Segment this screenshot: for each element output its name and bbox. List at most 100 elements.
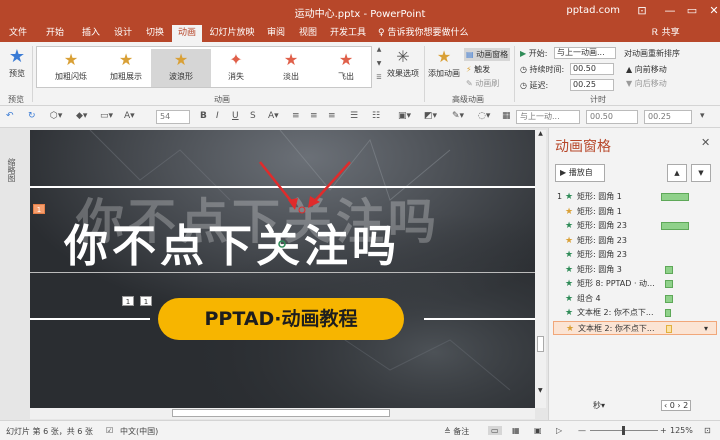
play-from-button[interactable]: ▶ 播放自 — [555, 164, 605, 182]
delay-input[interactable]: 00.25 — [570, 79, 614, 91]
bold-button[interactable]: B — [200, 111, 207, 121]
reading-view-icon[interactable]: ▣ — [534, 426, 542, 435]
tab-insert[interactable]: 插入 — [76, 25, 106, 42]
undo-icon[interactable]: ↶ — [6, 111, 14, 121]
zoom-out-icon[interactable]: — — [578, 426, 586, 435]
bullets-icon[interactable]: ☰ — [350, 111, 358, 121]
underline-button[interactable]: U — [232, 111, 239, 121]
move-earlier-button[interactable]: ▲ 向前移动 — [626, 64, 667, 75]
toolbar-duration-input[interactable]: 00.50 — [586, 110, 638, 124]
gallery-scroll[interactable]: ▲ ▼ ☰ — [374, 46, 384, 88]
animation-tag-selected[interactable]: 1 — [33, 204, 45, 214]
animation-list-item[interactable]: ★ 矩形: 圆角 23 — [553, 248, 717, 263]
ribbon-display-options-icon[interactable]: ⊡ — [628, 0, 656, 22]
gallery-item[interactable]: ★ 波浪形 — [151, 49, 211, 87]
animation-list-item[interactable]: ★ 矩形: 圆角 3 — [553, 263, 717, 278]
share-button[interactable]: Ꭱ 共享 — [652, 25, 680, 38]
trigger-button[interactable]: ⚡ 触发 — [466, 64, 490, 75]
toolbar-more-icon[interactable]: ▾ — [700, 111, 705, 121]
animation-list-item[interactable]: ★ 矩形: 圆角 23 — [553, 219, 717, 234]
tab-review[interactable]: 审阅 — [262, 25, 290, 42]
quick-styles-icon[interactable]: ◩▾ — [424, 111, 437, 121]
add-animation-button[interactable]: ★ 添加动画 — [426, 46, 462, 79]
gallery-more-icon[interactable]: ☰ — [374, 74, 384, 88]
effect-options-button[interactable]: ✳ 效果选项 — [386, 46, 420, 79]
text-color-icon[interactable]: A▾ — [268, 111, 279, 121]
vertical-scrollbar[interactable]: ▲ ▼ — [535, 130, 546, 408]
animation-list-item[interactable]: 1 ★ 矩形: 圆角 1 — [553, 190, 717, 205]
scroll-up-icon[interactable]: ▲ — [535, 130, 546, 137]
move-down-icon[interactable]: ▼ — [691, 164, 711, 182]
arrange-icon[interactable]: ▣▾ — [398, 111, 411, 121]
outline-color-icon[interactable]: ✎▾ — [452, 111, 464, 121]
animation-list-item[interactable]: ★ 文本框 2: 你不点下... — [553, 306, 717, 321]
gallery-down-icon[interactable]: ▼ — [374, 60, 384, 74]
animation-tag[interactable]: 1 — [140, 296, 152, 306]
gallery-item[interactable]: ★ 淡出 — [261, 49, 321, 87]
zoom-in-icon[interactable]: + — [660, 426, 667, 435]
animation-list-item[interactable]: ★ 矩形 8: PPTAD · 动... — [553, 277, 717, 292]
normal-view-icon[interactable]: ▭ — [488, 426, 502, 435]
thumbnails-label[interactable]: 缩略图 — [6, 158, 17, 182]
move-up-icon[interactable]: ▲ — [667, 164, 687, 182]
animation-list-item[interactable]: ★ 矩形: 圆角 23 — [553, 234, 717, 249]
start-select[interactable]: 与上一动画... — [554, 47, 616, 59]
horizontal-scrollbar[interactable] — [30, 408, 535, 419]
toolbar-start-select[interactable]: 与上一动... — [516, 110, 580, 124]
animation-tag[interactable]: 1 — [122, 296, 134, 306]
scroll-down-icon[interactable]: ▼ — [538, 387, 543, 394]
seconds-dropdown[interactable]: 秒▾ — [593, 400, 605, 411]
pane-close-icon[interactable]: ✕ — [701, 136, 710, 149]
gallery-item[interactable]: ★ 飞出 — [316, 49, 376, 87]
item-dropdown-icon[interactable]: ▾ — [704, 322, 708, 337]
notes-button[interactable]: ≜ 备注 — [444, 426, 469, 437]
preview-button[interactable]: ★ 预览 — [4, 46, 30, 79]
duration-input[interactable]: 00.50 — [570, 63, 614, 75]
animation-list-item[interactable]: ★ 文本框 2: 你不点下... ▾ — [553, 320, 717, 337]
timeline-bar[interactable] — [665, 309, 671, 317]
tab-file[interactable]: 文件 — [4, 25, 32, 42]
tab-animations[interactable]: 动画 — [172, 25, 202, 42]
account-name[interactable]: pptad.com — [566, 5, 620, 16]
timeline-bar[interactable] — [665, 280, 673, 288]
tell-me-search[interactable]: ♀ 告诉我你想要做什么 — [378, 25, 468, 38]
timeline-bar[interactable] — [665, 294, 673, 303]
sorter-view-icon[interactable]: ▦ — [512, 426, 520, 435]
font-size-input[interactable]: 54 — [156, 110, 190, 124]
tab-design[interactable]: 设计 — [108, 25, 138, 42]
fit-slide-icon[interactable]: ⊡ — [704, 426, 711, 435]
scroll-thumb[interactable] — [537, 336, 544, 352]
timeline-bar[interactable] — [665, 265, 673, 274]
timeline-bar[interactable] — [661, 193, 689, 201]
shapes-icon[interactable]: ⬡▾ — [50, 111, 62, 121]
slideshow-view-icon[interactable]: ▷ — [556, 426, 562, 435]
tutorial-pill[interactable]: PPTAD·动画教程 — [158, 298, 404, 340]
font-name-icon[interactable]: A▾ — [124, 111, 135, 121]
tab-home[interactable]: 开始 — [40, 25, 70, 42]
gallery-item[interactable]: ★ 加粗闪烁 — [41, 49, 101, 87]
zoom-slider-thumb[interactable] — [622, 426, 625, 435]
animation-painter-button[interactable]: ✎ 动画刷 — [466, 78, 499, 89]
hscroll-thumb[interactable] — [172, 409, 390, 417]
align-center-icon[interactable]: ≡ — [310, 111, 318, 121]
animation-list-item[interactable]: ★ 组合 4 — [553, 292, 717, 307]
strikethrough-icon[interactable]: S — [250, 111, 256, 121]
shape-outline-icon[interactable]: ▭▾ — [100, 111, 113, 121]
timeline-bar[interactable] — [666, 324, 672, 333]
effects-icon[interactable]: ◌▾ — [478, 111, 490, 121]
tab-view[interactable]: 视图 — [294, 25, 322, 42]
gallery-item[interactable]: ★ 加粗展示 — [96, 49, 156, 87]
spelling-icon[interactable]: ☑ — [106, 426, 113, 435]
align-right-icon[interactable]: ≡ — [328, 111, 336, 121]
language-indicator[interactable]: 中文(中国) — [120, 426, 158, 437]
timeline-scale[interactable]: ‹ 0 › 2 — [661, 400, 692, 411]
pane-toggle-icon[interactable]: ▦ — [502, 111, 511, 121]
close-button[interactable]: ✕ — [700, 0, 720, 22]
zoom-level[interactable]: 125% — [670, 426, 693, 435]
gallery-up-icon[interactable]: ▲ — [374, 46, 384, 60]
italic-button[interactable]: I — [216, 111, 219, 121]
tab-transitions[interactable]: 切换 — [140, 25, 170, 42]
animation-list-item[interactable]: ★ 矩形: 圆角 1 — [553, 205, 717, 220]
align-left-icon[interactable]: ≡ — [292, 111, 300, 121]
toolbar-delay-input[interactable]: 00.25 — [644, 110, 692, 124]
